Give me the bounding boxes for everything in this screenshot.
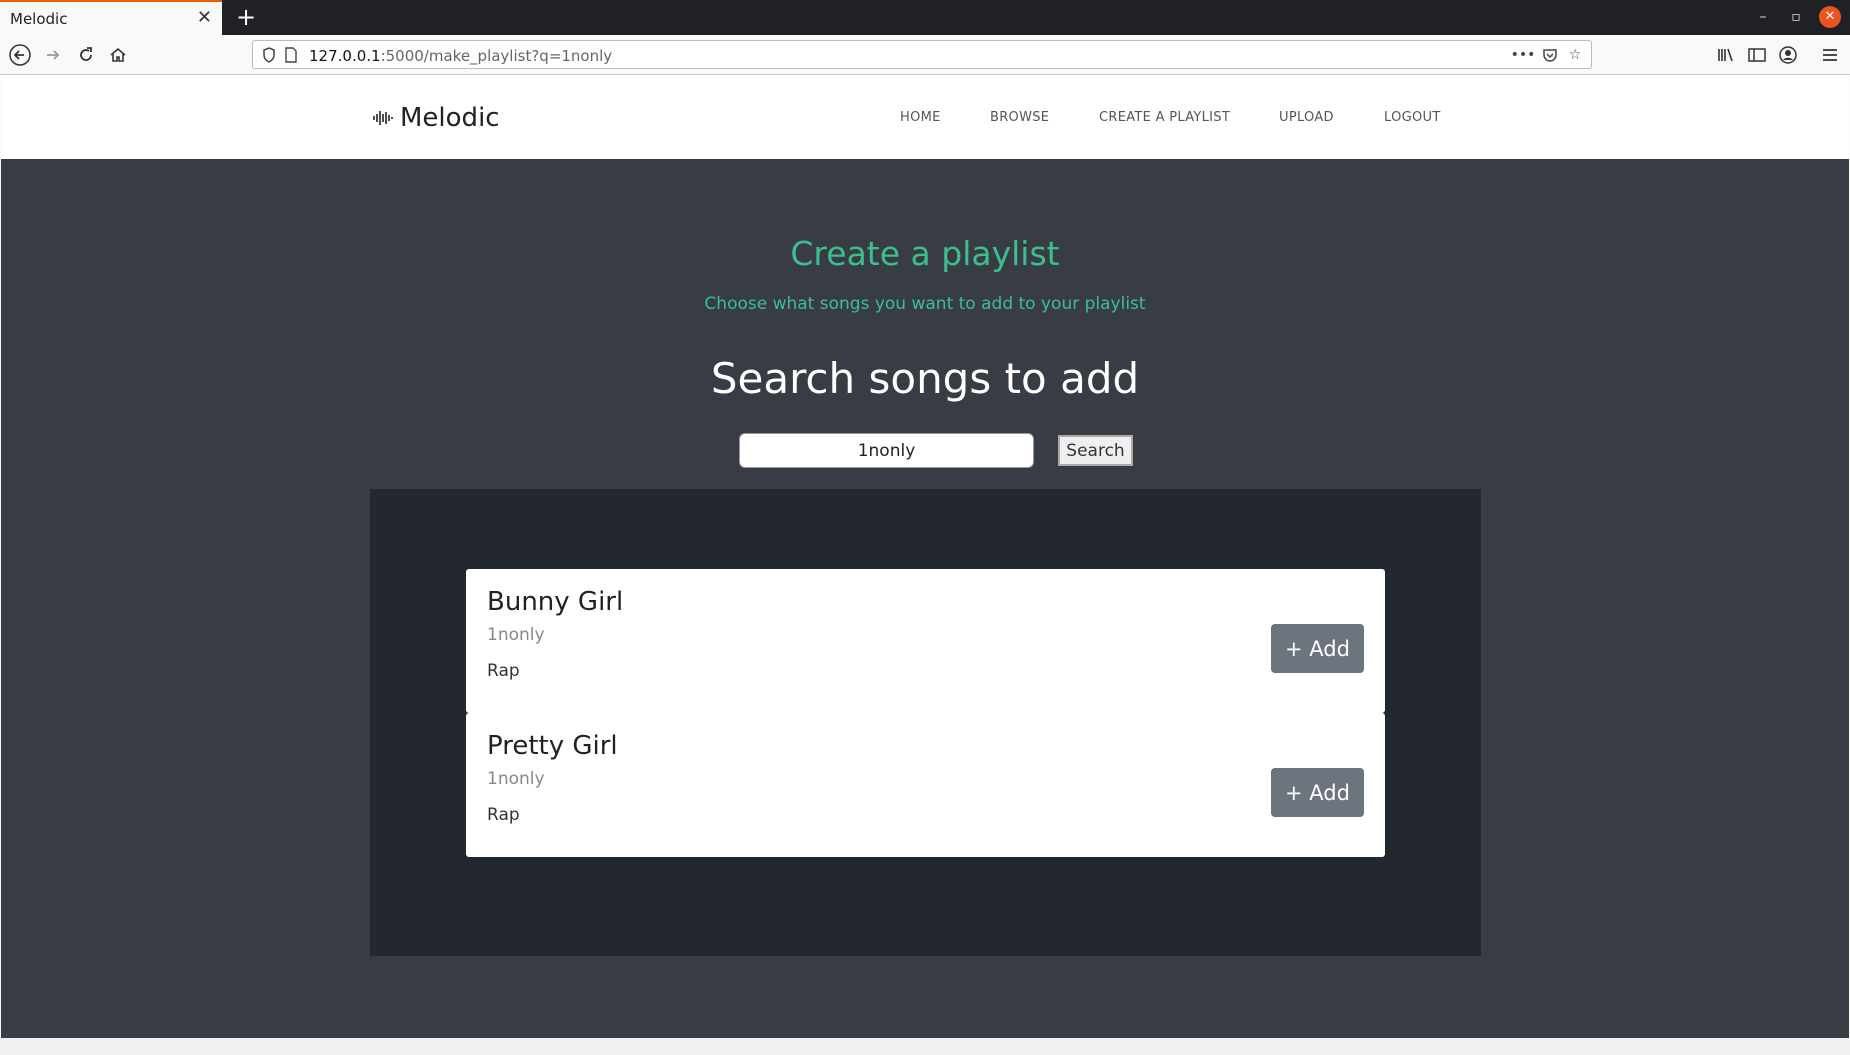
song-title: Bunny Girl — [487, 587, 624, 617]
add-song-button[interactable]: + Add — [1271, 624, 1364, 673]
home-icon[interactable] — [105, 42, 131, 68]
results-panel: Bunny Girl 1nonly Rap + Add Pretty Girl … — [370, 489, 1481, 956]
add-song-button[interactable]: + Add — [1271, 768, 1364, 817]
logo-text: Melodic — [400, 103, 500, 133]
song-artist: 1nonly — [487, 769, 545, 789]
song-title: Pretty Girl — [487, 731, 618, 761]
song-artist: 1nonly — [487, 625, 545, 645]
nav-logout[interactable]: LOGOUT — [1384, 110, 1441, 125]
page-subtitle: Choose what songs you want to add to you… — [704, 294, 1146, 314]
page-title: Create a playlist — [790, 234, 1060, 273]
song-card: Bunny Girl 1nonly Rap + Add — [466, 569, 1385, 713]
browser-tab[interactable]: Melodic ✕ — [0, 0, 222, 35]
nav-home[interactable]: HOME — [900, 110, 941, 125]
site-header: Melodic HOME BROWSE CREATE A PLAYLIST UP… — [1, 75, 1849, 159]
forward-icon[interactable] — [40, 42, 66, 68]
close-tab-icon[interactable]: ✕ — [197, 8, 212, 28]
menu-icon[interactable] — [1817, 42, 1843, 68]
back-icon[interactable] — [7, 42, 33, 68]
page-bottom-edge — [0, 1038, 1850, 1055]
nav-upload[interactable]: UPLOAD — [1279, 110, 1334, 125]
pocket-icon[interactable] — [1540, 45, 1560, 65]
url-bar[interactable]: 127.0.0.1:5000/make_playlist?q=1nonly ••… — [252, 40, 1592, 69]
bookmark-star-icon[interactable]: ☆ — [1565, 45, 1585, 65]
song-genre: Rap — [487, 661, 520, 681]
reload-icon[interactable] — [73, 42, 99, 68]
main-content: Create a playlist Choose what songs you … — [1, 159, 1849, 1038]
url-path: :5000/make_playlist?q=1nonly — [380, 47, 613, 65]
new-tab-icon[interactable]: + — [232, 3, 260, 31]
shield-icon[interactable] — [259, 45, 279, 65]
tab-title: Melodic — [10, 10, 68, 28]
song-genre: Rap — [487, 805, 520, 825]
sidebar-icon[interactable] — [1744, 42, 1770, 68]
restore-icon[interactable]: ▫ — [1785, 6, 1807, 28]
song-card: Pretty Girl 1nonly Rap + Add — [466, 713, 1385, 857]
more-actions-icon[interactable]: ••• — [1511, 45, 1536, 65]
logo[interactable]: Melodic — [372, 103, 500, 133]
nav-create-playlist[interactable]: CREATE A PLAYLIST — [1099, 110, 1230, 125]
search-heading: Search songs to add — [710, 354, 1140, 403]
url-host: 127.0.0.1 — [309, 47, 381, 65]
url-text[interactable]: 127.0.0.1:5000/make_playlist?q=1nonly — [309, 47, 612, 65]
window-close-icon[interactable]: ✕ — [1819, 6, 1841, 28]
page-info-icon[interactable] — [281, 45, 301, 65]
soundwave-icon — [373, 111, 393, 125]
account-icon[interactable] — [1775, 42, 1801, 68]
search-button[interactable]: Search — [1058, 435, 1133, 466]
library-icon[interactable] — [1713, 42, 1739, 68]
browser-tab-bar: Melodic ✕ + – ▫ ✕ — [0, 0, 1850, 35]
nav-browse[interactable]: BROWSE — [990, 110, 1049, 125]
minimize-icon[interactable]: – — [1752, 6, 1774, 28]
search-input[interactable] — [739, 433, 1034, 468]
browser-nav-bar: 127.0.0.1:5000/make_playlist?q=1nonly ••… — [0, 35, 1850, 75]
